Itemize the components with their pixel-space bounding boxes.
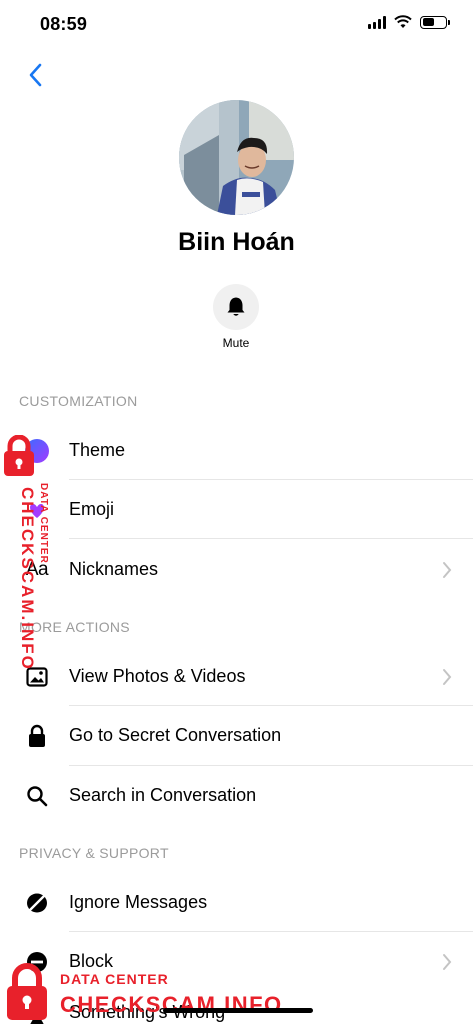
chevron-right-icon	[443, 561, 452, 578]
avatar[interactable]	[179, 100, 294, 215]
ignore-icon	[22, 888, 52, 918]
row-label: Search in Conversation	[69, 785, 257, 805]
section-header-customization: CUSTOMIZATION	[19, 393, 138, 409]
row-label: Nicknames	[69, 559, 159, 579]
chevron-left-icon	[29, 63, 42, 87]
watermark-lock-icon	[7, 963, 47, 1020]
lock-icon	[22, 721, 52, 751]
watermark-side: CHECKSCAM.INFO DATA CENTER	[2, 435, 49, 671]
chevron-right-icon	[443, 953, 452, 970]
row-secret-conversation[interactable]: Go to Secret Conversation	[0, 706, 473, 765]
bell-icon	[227, 297, 245, 316]
row-label: Go to Secret Conversation	[69, 725, 282, 745]
chevron-right-icon	[443, 668, 452, 685]
row-label: Emoji	[69, 499, 115, 519]
watermark-brand: CHECKSCAM.INFO	[18, 487, 37, 671]
row-label: View Photos & Videos	[69, 666, 246, 686]
profile-name: Biin Hoán	[178, 228, 295, 256]
battery-icon	[420, 15, 450, 29]
back-button[interactable]	[18, 58, 52, 92]
watermark-sub: DATA CENTER	[60, 971, 169, 987]
search-icon	[22, 781, 52, 811]
row-nicknames[interactable]: Aa Nicknames	[0, 540, 473, 599]
watermark-lock-icon	[4, 435, 34, 476]
row-label: Theme	[69, 440, 126, 460]
status-bar: 08:59	[0, 0, 473, 52]
watermark-vertical-text: CHECKSCAM.INFO	[17, 487, 37, 671]
row-view-photos[interactable]: View Photos & Videos	[0, 647, 473, 706]
row-search-conversation[interactable]: Search in Conversation	[0, 766, 473, 825]
profile-photo	[179, 100, 294, 215]
home-indicator	[163, 1008, 313, 1013]
section-header-privacy-support: PRIVACY & SUPPORT	[19, 845, 169, 861]
divider	[69, 538, 473, 539]
watermark-brand: CHECKSCAM.INFO	[60, 992, 283, 1017]
mute-label: Mute	[222, 336, 250, 350]
row-theme[interactable]: Theme	[0, 421, 473, 480]
row-emoji[interactable]: Emoji	[0, 480, 473, 539]
wifi-icon	[394, 15, 412, 28]
mute-circle[interactable]	[213, 284, 259, 330]
mute-button[interactable]: Mute	[206, 284, 266, 350]
row-label: Ignore Messages	[69, 892, 208, 912]
cellular-signal-icon	[368, 15, 386, 29]
watermark-sub: DATA CENTER	[38, 483, 49, 564]
status-time: 08:59	[40, 14, 88, 34]
status-icons	[368, 15, 450, 29]
row-ignore-messages[interactable]: Ignore Messages	[0, 873, 473, 932]
watermark-vertical-small: DATA CENTER	[38, 483, 49, 564]
watermark-bottom: DATA CENTER CHECKSCAM.INFO	[4, 962, 304, 1024]
